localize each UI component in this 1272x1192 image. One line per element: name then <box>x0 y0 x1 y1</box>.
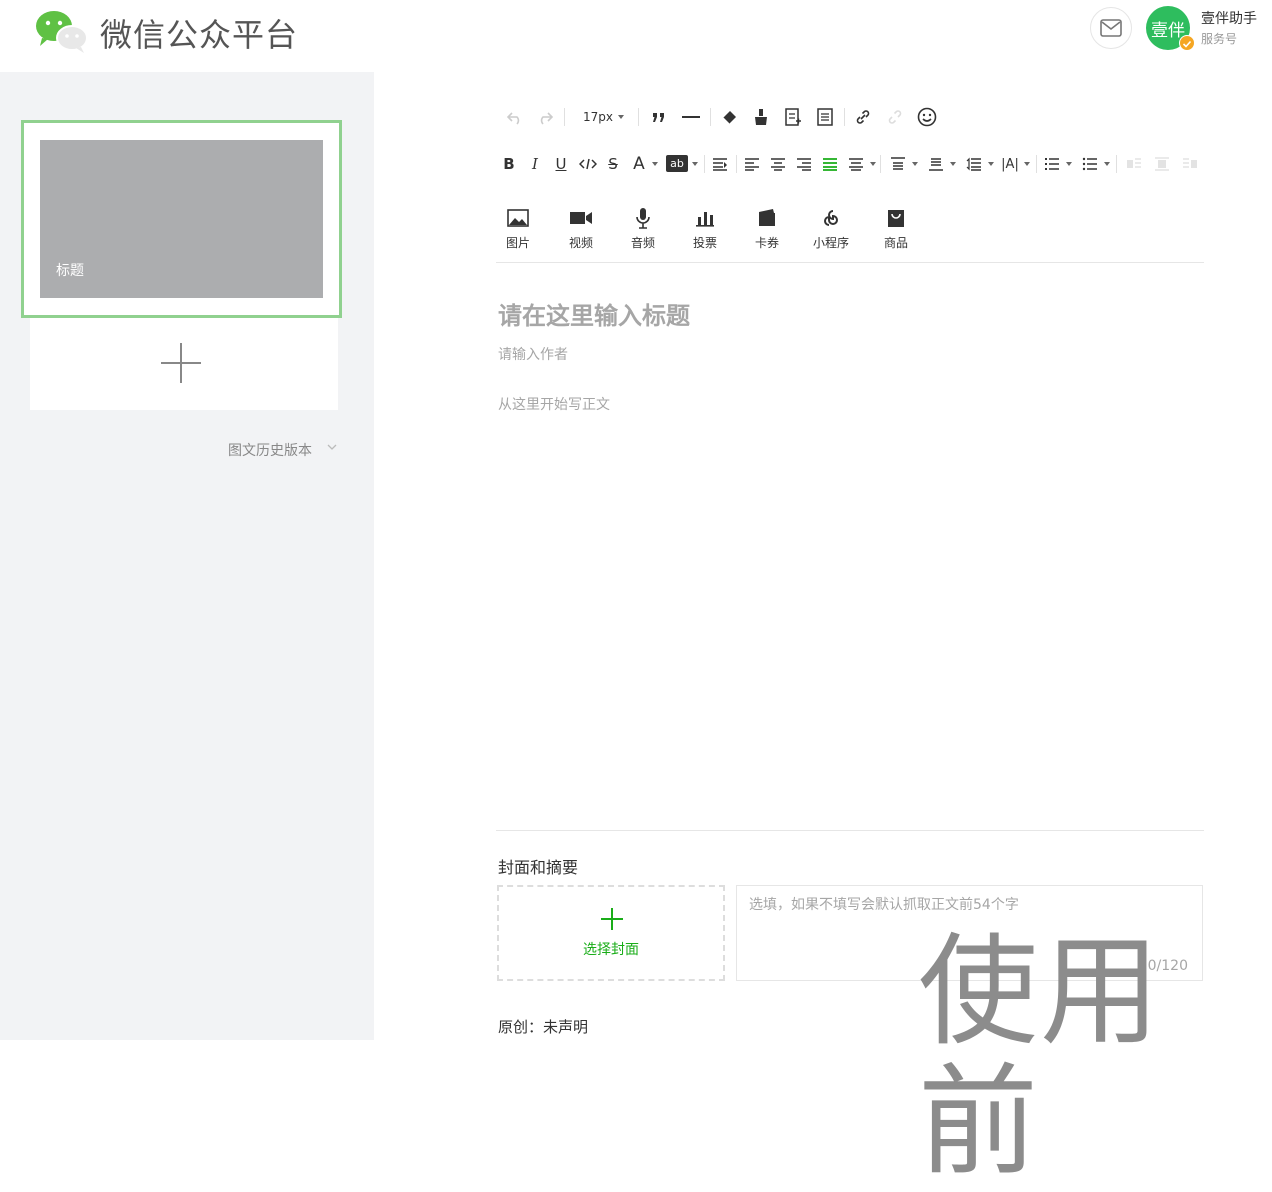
align-center-icon[interactable] <box>768 152 788 176</box>
choose-cover-label: 选择封面 <box>583 942 639 958</box>
article-card-selected[interactable]: 标题 <box>21 120 342 318</box>
document-icon[interactable] <box>814 105 836 129</box>
insert-mini-program-button[interactable]: 小程序 <box>806 206 856 251</box>
article-card-title: 标题 <box>56 263 84 279</box>
undo-icon[interactable] <box>504 105 526 129</box>
insert-template-icon[interactable] <box>782 105 804 129</box>
account-type: 服务号 <box>1201 32 1238 46</box>
paragraph-spacing-after-icon[interactable] <box>926 152 946 176</box>
insert-product-button[interactable]: 商品 <box>871 206 921 251</box>
video-icon <box>556 206 606 230</box>
history-versions-link[interactable]: 图文历史版本 <box>228 440 312 460</box>
horizontal-rule-icon[interactable] <box>680 105 702 129</box>
audio-icon <box>618 206 668 230</box>
align-left-icon[interactable] <box>742 152 762 176</box>
editor-divider <box>496 830 1204 831</box>
unordered-list-icon[interactable] <box>1080 152 1100 176</box>
coupon-icon <box>742 206 792 230</box>
background-color-icon[interactable]: ab <box>666 155 688 172</box>
insert-image-button[interactable]: 图片 <box>493 206 543 251</box>
article-list-panel: 标题 图文历史版本 <box>0 72 374 1040</box>
body-editor[interactable]: 从这里开始写正文 <box>498 394 610 414</box>
chevron-down-icon[interactable] <box>326 441 338 453</box>
insert-coupon-button[interactable]: 卡券 <box>742 206 792 251</box>
article-card-cover: 标题 <box>40 140 323 298</box>
unlink-icon[interactable] <box>884 105 906 129</box>
vote-icon <box>680 206 730 230</box>
author-input[interactable]: 请输入作者 <box>498 344 568 364</box>
underline-icon[interactable]: U <box>552 152 570 176</box>
paragraph-spacing-before-icon[interactable] <box>888 152 908 176</box>
align-distribute-icon[interactable] <box>846 152 866 176</box>
code-icon[interactable] <box>578 152 598 176</box>
format-brush-icon[interactable] <box>750 105 772 129</box>
quote-icon[interactable] <box>648 105 670 129</box>
product-icon <box>871 206 921 230</box>
message-button[interactable] <box>1090 7 1132 49</box>
brand-title[interactable]: 微信公众平台 <box>100 10 298 56</box>
choose-cover-button[interactable]: 选择封面 <box>497 885 725 981</box>
font-size-select[interactable]: 17px <box>576 105 620 129</box>
toolbar-divider <box>496 262 1204 263</box>
summary-placeholder: 选填，如果不填写会默认抓取正文前54个字 <box>749 897 1019 913</box>
font-color-icon[interactable]: A <box>630 152 648 176</box>
ordered-list-icon[interactable] <box>1042 152 1062 176</box>
align-justify-icon[interactable] <box>820 152 840 176</box>
strikethrough-icon[interactable]: S <box>604 152 622 176</box>
image-icon <box>493 206 543 230</box>
align-right-icon[interactable] <box>794 152 814 176</box>
verified-badge-icon <box>1179 35 1195 51</box>
mini-program-icon <box>806 206 856 230</box>
bold-icon[interactable]: B <box>500 152 518 176</box>
letter-spacing-icon[interactable]: |A| <box>1000 152 1020 176</box>
original-declaration[interactable]: 原创：未声明 <box>498 1016 588 1037</box>
eraser-icon[interactable] <box>718 105 740 129</box>
toolbar-row-2: B I U S A ab |A| <box>500 152 1200 176</box>
insert-audio-button[interactable]: 音频 <box>618 206 668 251</box>
insert-vote-button[interactable]: 投票 <box>680 206 730 251</box>
redo-icon[interactable] <box>534 105 556 129</box>
caret-down-icon <box>618 115 624 119</box>
line-height-icon[interactable] <box>964 152 984 176</box>
indent-icon[interactable] <box>710 152 730 176</box>
float-left-icon[interactable] <box>1124 152 1144 176</box>
overlay-caption: 使用前 <box>918 923 1162 1192</box>
cover-section-title: 封面和摘要 <box>498 858 579 877</box>
mail-icon <box>1100 19 1122 37</box>
top-header: 微信公众平台 壹伴 壹伴助手 服务号 <box>0 0 1272 72</box>
link-icon[interactable] <box>852 105 874 129</box>
italic-icon[interactable]: I <box>526 152 544 176</box>
float-right-icon[interactable] <box>1180 152 1200 176</box>
float-none-icon[interactable] <box>1152 152 1172 176</box>
emoji-icon[interactable] <box>916 105 938 129</box>
account-name[interactable]: 壹伴助手 <box>1201 8 1257 28</box>
title-input[interactable]: 请在这里输入标题 <box>498 296 690 331</box>
insert-video-button[interactable]: 视频 <box>556 206 606 251</box>
wechat-logo-icon[interactable] <box>34 8 90 54</box>
add-article-button[interactable] <box>30 318 338 410</box>
